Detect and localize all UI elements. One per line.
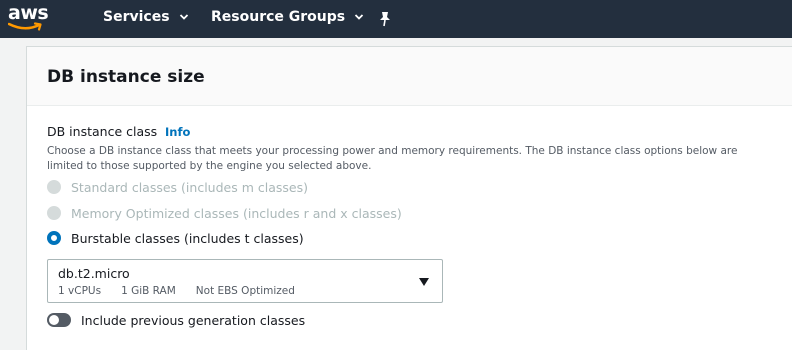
panel-header: DB instance size (27, 47, 792, 106)
radio-button[interactable] (47, 206, 61, 220)
info-link[interactable]: Info (165, 125, 190, 139)
radio-burstable-classes[interactable]: Burstable classes (includes t classes) (47, 229, 304, 247)
toggle-switch[interactable] (47, 313, 71, 327)
resource-groups-label: Resource Groups (211, 9, 346, 25)
db-instance-class-select[interactable]: db.t2.micro 1 vCPUs 1 GiB RAM Not EBS Op… (47, 259, 443, 303)
aws-smile-icon (8, 22, 42, 31)
instance-class-details: 1 vCPUs 1 GiB RAM Not EBS Optimized (58, 285, 315, 297)
aws-logo-text: aws (8, 2, 49, 24)
radio-memory-optimized-classes[interactable]: Memory Optimized classes (includes r and… (47, 204, 402, 222)
field-description: Choose a DB instance class that meets yo… (47, 145, 738, 172)
top-navigation-bar: aws Services Resource Groups (0, 0, 792, 38)
radio-standard-classes[interactable]: Standard classes (includes m classes) (47, 178, 308, 196)
radio-label: Memory Optimized classes (includes r and… (71, 205, 402, 221)
radio-label: Burstable classes (includes t classes) (71, 230, 304, 246)
radio-button[interactable] (47, 180, 61, 194)
caret-down-icon (419, 278, 429, 286)
radio-button-selected[interactable] (47, 231, 61, 245)
db-instance-size-panel: DB instance size DB instance class Info … (26, 46, 792, 350)
chevron-down-icon (354, 14, 364, 20)
vcpus-text: 1 vCPUs (58, 285, 102, 297)
toggle-knob (49, 315, 59, 325)
ebs-text: Not EBS Optimized (195, 285, 295, 297)
services-label: Services (103, 9, 170, 25)
radio-label: Standard classes (includes m classes) (71, 179, 308, 195)
resource-groups-menu[interactable]: Resource Groups (211, 9, 364, 25)
services-menu[interactable]: Services (103, 9, 189, 25)
db-instance-class-label: DB instance class (47, 124, 158, 139)
include-previous-generation-toggle-row[interactable]: Include previous generation classes (47, 310, 305, 330)
pin-icon[interactable] (378, 11, 392, 27)
panel-title: DB instance size (47, 67, 205, 87)
aws-logo[interactable]: aws (8, 2, 52, 34)
toggle-label: Include previous generation classes (81, 312, 306, 328)
selected-instance-class: db.t2.micro (58, 266, 130, 281)
ram-text: 1 GiB RAM (121, 285, 176, 297)
chevron-down-icon (179, 14, 188, 20)
